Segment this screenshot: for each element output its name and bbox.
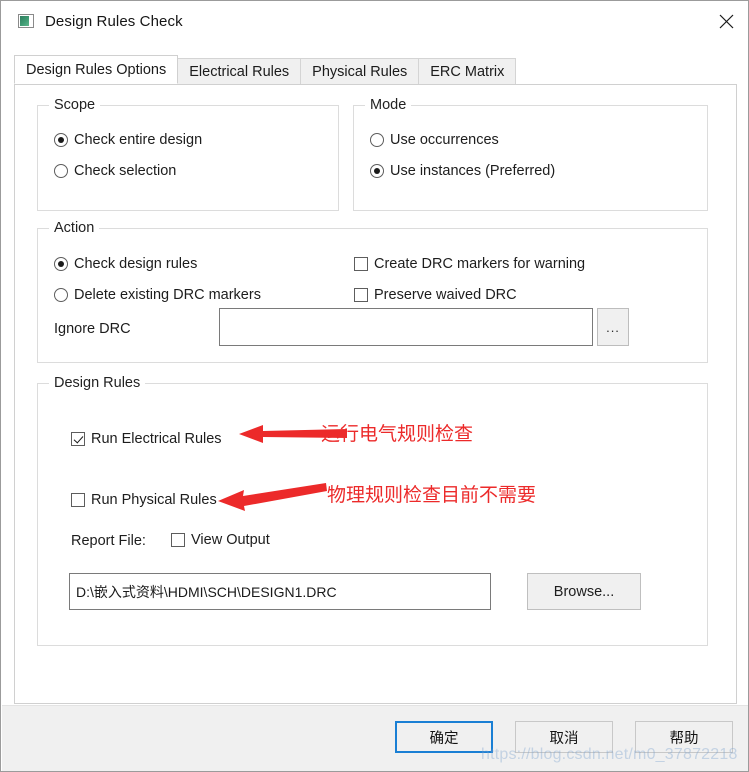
watermark: https://blog.csdn.net/m0_37872218 — [481, 746, 738, 763]
ignore-drc-browse-button[interactable]: ... — [597, 308, 629, 346]
design-rules-check-dialog: Design Rules Check Design Rules Options … — [0, 0, 749, 772]
checkbox-label: Run Physical Rules — [91, 492, 217, 508]
checkbox-indicator — [171, 533, 185, 547]
checkbox-run-electrical-rules[interactable]: Run Electrical Rules — [71, 431, 222, 447]
checkbox-label: Create DRC markers for warning — [374, 256, 586, 272]
checkbox-preserve-waived-drc[interactable]: Preserve waived DRC — [354, 287, 517, 303]
checkbox-label: Run Electrical Rules — [91, 431, 222, 447]
scope-legend: Scope — [49, 97, 101, 113]
radio-label: Delete existing DRC markers — [74, 287, 261, 303]
mode-group: Mode Use occurrences Use instances (Pref… — [353, 97, 708, 211]
radio-check-design-rules[interactable]: Check design rules — [54, 256, 197, 272]
checkbox-indicator — [71, 432, 85, 446]
radio-delete-existing-drc-markers[interactable]: Delete existing DRC markers — [54, 287, 261, 303]
ignore-drc-input[interactable] — [219, 308, 593, 346]
radio-use-instances[interactable]: Use instances (Preferred) — [370, 163, 555, 179]
tab-erc-matrix[interactable]: ERC Matrix — [418, 58, 517, 84]
close-icon[interactable] — [703, 2, 748, 40]
ignore-drc-label: Ignore DRC — [54, 321, 131, 337]
tab-design-rules-options[interactable]: Design Rules Options — [14, 55, 179, 84]
checkbox-label: View Output — [191, 532, 270, 548]
checkbox-label: Preserve waived DRC — [374, 287, 517, 303]
radio-indicator — [370, 164, 384, 178]
radio-check-entire-design[interactable]: Check entire design — [54, 132, 202, 148]
radio-indicator — [54, 288, 68, 302]
report-path-input[interactable]: D:\嵌入式资料\HDMI\SCH\DESIGN1.DRC — [69, 573, 491, 610]
tab-panel-design-rules-options: Scope Check entire design Check selectio… — [14, 84, 737, 704]
radio-check-selection[interactable]: Check selection — [54, 163, 176, 179]
radio-label: Use instances (Preferred) — [390, 163, 556, 179]
ok-button[interactable]: 确定 — [395, 721, 493, 753]
radio-indicator — [54, 257, 68, 271]
tab-physical-rules[interactable]: Physical Rules — [300, 58, 420, 84]
radio-use-occurrences[interactable]: Use occurrences — [370, 132, 499, 148]
app-icon — [18, 14, 34, 28]
title-bar: Design Rules Check — [2, 2, 748, 40]
radio-label: Check design rules — [74, 256, 198, 272]
scope-group: Scope Check entire design Check selectio… — [37, 97, 339, 211]
checkbox-run-physical-rules[interactable]: Run Physical Rules — [71, 492, 217, 508]
report-file-label: Report File: — [71, 533, 146, 549]
radio-indicator — [54, 164, 68, 178]
checkbox-indicator — [354, 288, 368, 302]
design-rules-legend: Design Rules — [49, 375, 146, 391]
browse-button[interactable]: Browse... — [527, 573, 641, 610]
radio-label: Check selection — [74, 163, 177, 179]
annotation-text-electrical: 运行电气规则检查 — [321, 423, 474, 445]
radio-label: Use occurrences — [390, 132, 499, 148]
design-rules-group: Design Rules Run Electrical Rules Run Ph… — [37, 375, 708, 646]
mode-legend: Mode — [365, 97, 412, 113]
checkbox-create-drc-markers-for-warnings[interactable]: Create DRC markers for warning — [354, 256, 585, 272]
annotation-arrow-physical — [216, 481, 328, 516]
tab-strip: Design Rules Options Electrical Rules Ph… — [14, 55, 517, 84]
radio-indicator — [370, 133, 384, 147]
radio-indicator — [54, 133, 68, 147]
radio-label: Check entire design — [74, 132, 203, 148]
annotation-text-physical: 物理规则检查目前不需要 — [327, 484, 537, 506]
checkbox-indicator — [71, 493, 85, 507]
action-group: Action Check design rules Delete existin… — [37, 220, 708, 363]
action-legend: Action — [49, 220, 100, 236]
tab-electrical-rules[interactable]: Electrical Rules — [177, 58, 302, 84]
checkbox-indicator — [354, 257, 368, 271]
checkbox-view-output[interactable]: View Output — [171, 532, 270, 548]
window-title: Design Rules Check — [45, 12, 183, 30]
